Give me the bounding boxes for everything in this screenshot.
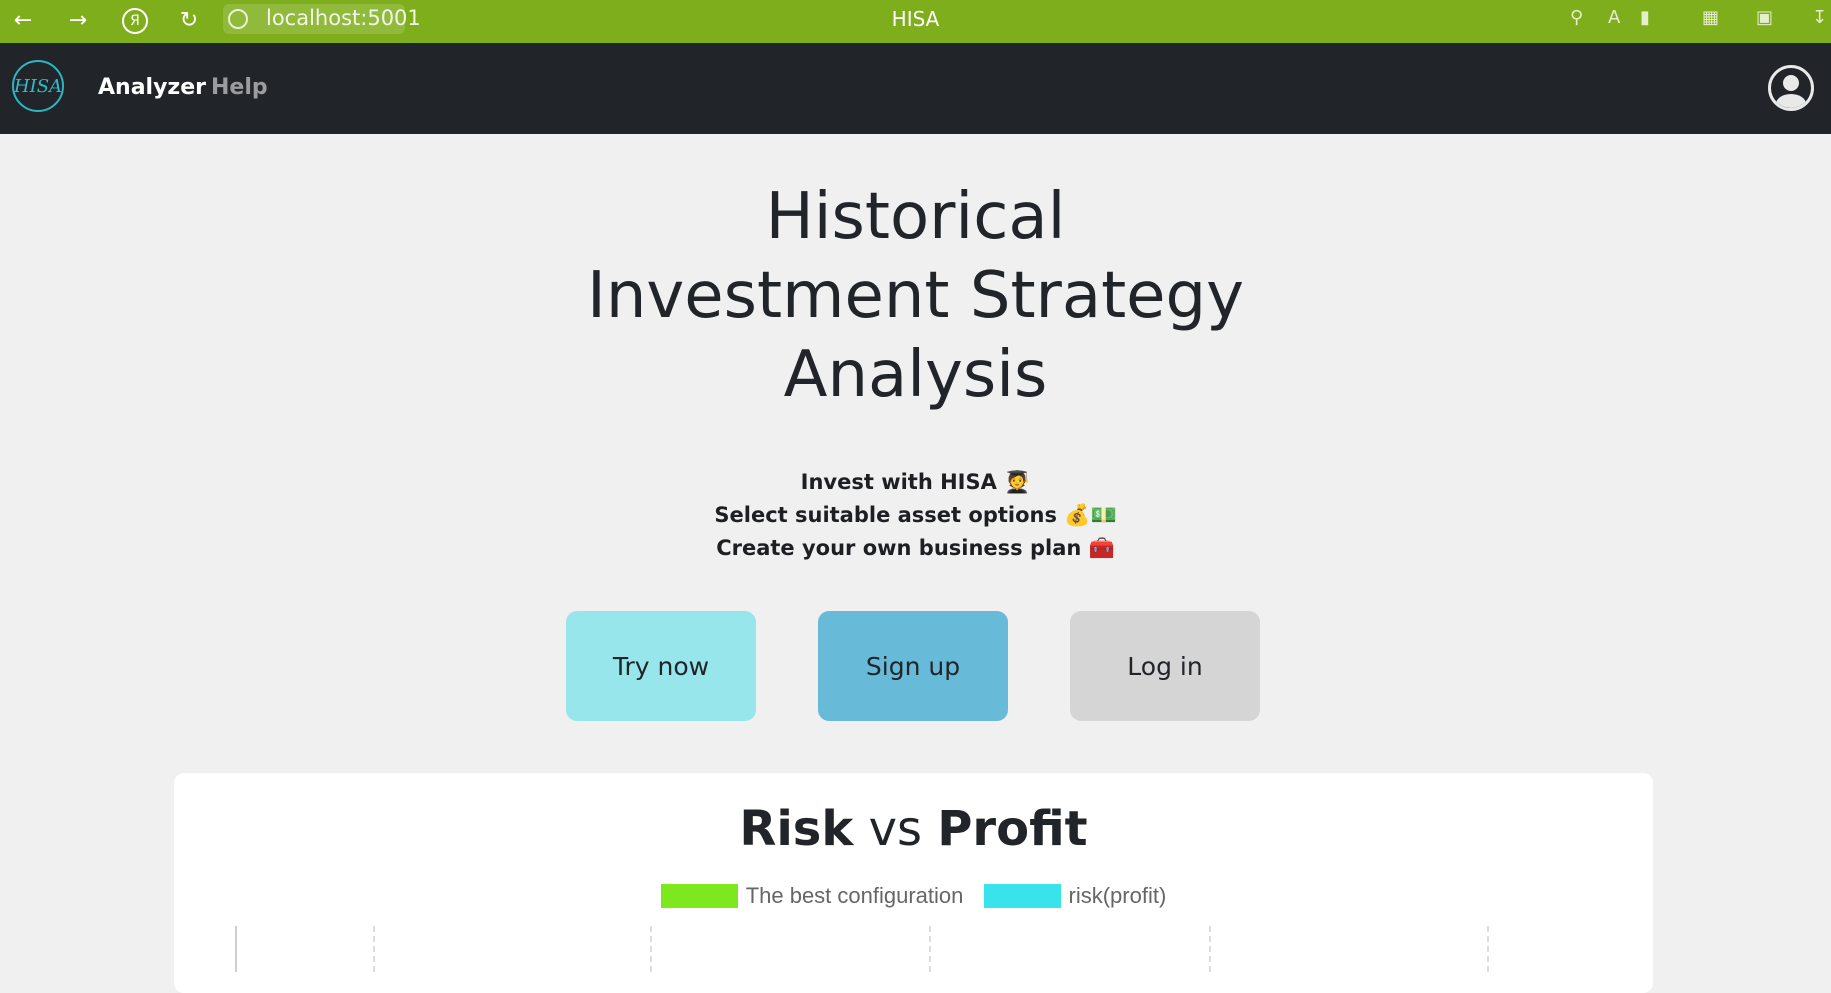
zoom-icon[interactable]: ⚲ [1570,7,1583,28]
grid-line [650,926,652,972]
chart-title-vs: vs [868,801,922,857]
chart-title-risk: Risk [739,801,854,857]
chart-legend: The best configuration risk(profit) [174,883,1653,914]
tagline-select: Select suitable asset options 💰💵 [0,499,1831,532]
risk-profit-chart-card: Risk vs Profit The best configuration ri… [174,773,1653,993]
tagline-invest: Invest with HISA 🧑‍🎓 [0,466,1831,499]
y-axis-line [235,926,237,972]
user-avatar-icon[interactable] [1768,65,1814,111]
tagline-create: Create your own business plan 🧰 [0,532,1831,565]
chart-title-profit: Profit [937,801,1088,857]
grid-line [373,926,375,972]
page-title: Historical Investment Strategy Analysis [0,178,1831,415]
hisa-logo[interactable]: HISA [12,60,64,112]
browser-toolbar: ← → Я ↻ localhost:5001 HISA ⚲ A ▮ ▦ ▣ ↧ [0,0,1831,43]
tagline-invest-text: Invest with HISA [800,470,997,494]
taglines: Invest with HISA 🧑‍🎓 Select suitable ass… [0,466,1831,565]
grid-line [1209,926,1211,972]
nav-analyzer-link[interactable]: Analyzer [98,75,206,100]
sign-up-button[interactable]: Sign up [818,611,1008,721]
collections-icon[interactable]: ▣ [1756,7,1773,28]
legend-label-risk: risk(profit) [1068,883,1167,908]
toolbox-emoji-icon: 🧰 [1088,536,1115,560]
legend-item-risk[interactable]: risk(profit) [983,883,1167,909]
student-emoji-icon: 🧑‍🎓 [1004,470,1031,494]
translate-icon[interactable]: A [1608,7,1620,28]
app-navbar: HISA Analyzer Help [0,43,1831,134]
money-emoji-icon: 💰💵 [1064,503,1117,527]
legend-item-best[interactable]: The best configuration [660,883,964,909]
tagline-create-text: Create your own business plan [716,536,1082,560]
grid-line [929,926,931,972]
tagline-select-text: Select suitable asset options [714,503,1057,527]
try-now-button[interactable]: Try now [566,611,756,721]
extensions-icon[interactable]: ▦ [1702,7,1719,28]
legend-swatch-risk [983,884,1061,908]
title-line-1: Historical [765,180,1066,254]
nav-help-link[interactable]: Help [211,75,268,100]
download-icon[interactable]: ↧ [1812,7,1827,28]
title-line-2: Investment Strategy [586,259,1245,333]
tab-title: HISA [891,7,940,31]
legend-swatch-best [660,884,738,908]
grid-line [1487,926,1489,972]
bookmark-icon[interactable]: ▮ [1640,7,1650,28]
log-in-button[interactable]: Log in [1070,611,1260,721]
legend-label-best: The best configuration [745,883,964,908]
chart-title: Risk vs Profit [174,801,1653,857]
title-line-3: Analysis [783,338,1048,412]
